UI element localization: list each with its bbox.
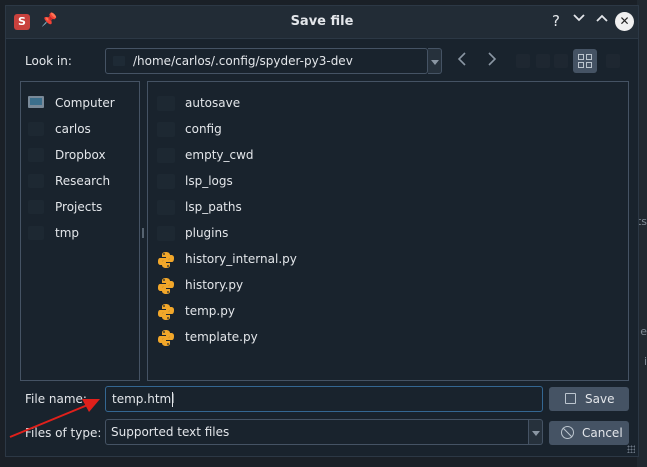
detail-mode-button[interactable]	[606, 54, 620, 68]
python-file-icon	[158, 252, 174, 268]
text-cursor	[172, 392, 173, 407]
detail-view-button[interactable]	[573, 49, 597, 73]
folder-icon	[28, 122, 44, 136]
files-of-type-label: Files of type:	[25, 426, 102, 440]
folder-icon	[113, 56, 125, 66]
folder-icon	[157, 226, 175, 241]
forward-button[interactable]	[483, 52, 501, 70]
chevron-right-icon	[488, 52, 497, 66]
look-in-dropdown-arrow[interactable]	[428, 48, 442, 74]
chevron-left-icon	[457, 52, 466, 66]
file-type-value: Supported text files	[111, 425, 230, 439]
parent-dir-button[interactable]	[516, 54, 530, 68]
folder-icon	[157, 174, 175, 189]
folder-icon	[28, 200, 44, 214]
file-name-input[interactable]: temp.html	[105, 386, 543, 412]
cancel-icon	[561, 426, 574, 439]
folder-icon	[157, 122, 175, 137]
list-view-button[interactable]	[554, 54, 568, 68]
cancel-button[interactable]: Cancel	[549, 421, 629, 445]
back-button[interactable]	[453, 52, 471, 70]
file-type-combo[interactable]: Supported text files	[105, 419, 529, 445]
chevron-up-icon	[596, 14, 608, 22]
close-button[interactable]: ✕	[615, 12, 634, 31]
python-file-icon	[158, 278, 174, 294]
folder-icon	[157, 96, 175, 111]
folder-icon	[157, 200, 175, 215]
file-name-label: File name:	[25, 392, 87, 406]
file-type-dropdown-arrow[interactable]	[529, 419, 543, 445]
new-folder-button[interactable]	[536, 54, 550, 68]
file-name-value: temp.html	[112, 392, 175, 406]
python-file-icon	[158, 330, 174, 346]
python-file-icon	[158, 304, 174, 320]
chevron-down-icon	[573, 14, 585, 22]
folder-icon	[28, 148, 44, 162]
title-bar: S 📌 Save file ? ✕	[6, 6, 638, 39]
file-list: autosave config empty_cwd lsp_logs lsp_p…	[147, 81, 629, 381]
minimize-button[interactable]	[569, 11, 589, 31]
folder-icon	[28, 226, 44, 240]
folder-icon	[157, 148, 175, 163]
places-sidebar: Computer carlos Dropbox Research Project…	[20, 81, 140, 381]
computer-icon	[28, 96, 44, 108]
splitter-handle[interactable]	[142, 228, 144, 238]
save-button-label: Save	[585, 392, 615, 406]
floppy-disk-icon	[565, 393, 576, 404]
dialog-title: Save file	[290, 14, 354, 29]
resize-grip[interactable]	[627, 445, 635, 453]
save-button[interactable]: Save	[549, 387, 629, 411]
maximize-button[interactable]	[592, 11, 612, 31]
help-button[interactable]: ?	[546, 11, 566, 31]
look-in-label: Look in:	[25, 54, 72, 68]
save-file-dialog: S 📌 Save file ? ✕ Look in: /home/carlos/…	[5, 5, 639, 457]
look-in-path: /home/carlos/.config/spyder-py3-dev	[133, 54, 353, 68]
cancel-button-label: Cancel	[582, 426, 623, 440]
folder-icon	[28, 174, 44, 188]
look-in-combo[interactable]: /home/carlos/.config/spyder-py3-dev	[105, 48, 428, 74]
